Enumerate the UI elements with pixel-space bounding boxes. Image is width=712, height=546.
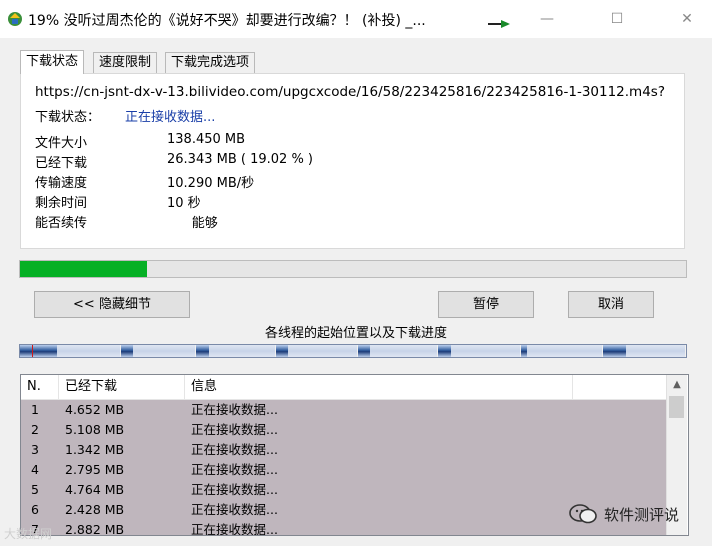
thread-downloaded: 5.108 MB xyxy=(65,422,125,437)
thread-info: 正在接收数据... xyxy=(191,502,278,517)
wechat-icon xyxy=(569,504,597,524)
watermark-secondary: 大数据网 xyxy=(4,527,53,541)
thread-start-marker xyxy=(32,345,33,357)
resume-value: 能够 xyxy=(167,216,218,231)
maximize-button[interactable]: ☐ xyxy=(594,0,640,38)
tab-speed-limit[interactable]: 速度限制 xyxy=(93,52,158,73)
status-panel: https://cn-jsnt-dx-v-13.bilivideo.com/up… xyxy=(20,73,685,249)
thread-segment-downloaded xyxy=(121,345,133,357)
close-button[interactable]: ✕ xyxy=(664,0,710,38)
download-state-value: 正在接收数据... xyxy=(125,110,216,125)
app-downloader-icon xyxy=(8,12,22,26)
table-row[interactable]: 4 2.795 MB 正在接收数据... xyxy=(21,460,666,480)
thread-progress-caption: 各线程的起始位置以及下载进度 xyxy=(264,326,447,341)
thread-info: 正在接收数据... xyxy=(191,522,278,536)
file-size-value: 138.450 MB xyxy=(167,132,246,147)
table-row[interactable]: 1 4.652 MB 正在接收数据... xyxy=(21,400,666,420)
scroll-up-arrow-icon[interactable]: ▲ xyxy=(667,375,687,395)
window-title: 19% 没听过周杰伦的《说好不哭》却要进行改编？！ (补投) _... xyxy=(28,13,426,29)
download-progress-fill xyxy=(20,261,147,277)
thread-segment-downloaded xyxy=(20,345,58,357)
scroll-thumb[interactable] xyxy=(669,396,684,418)
thread-number: 2 xyxy=(31,422,39,437)
thread-segment-downloaded xyxy=(196,345,210,357)
thread-downloaded: 4.652 MB xyxy=(65,402,125,417)
thread-info: 正在接收数据... xyxy=(191,442,278,457)
downloaded-row: 已经下载 26.343 MB ( 19.02 % ) xyxy=(35,152,313,171)
downloaded-label: 已经下载 xyxy=(35,156,88,171)
minimize-button[interactable]: — xyxy=(524,0,570,38)
thread-number: 5 xyxy=(31,482,39,497)
thread-downloaded: 2.795 MB xyxy=(65,462,125,477)
thread-downloaded: 4.764 MB xyxy=(65,482,125,497)
thread-segment-downloaded xyxy=(275,345,288,357)
thread-segment xyxy=(520,345,602,357)
thread-info: 正在接收数据... xyxy=(191,402,278,417)
downloaded-value: 26.343 MB ( 19.02 % ) xyxy=(167,152,313,167)
tab-completion-options[interactable]: 下载完成选项 xyxy=(165,52,256,73)
thread-segment-downloaded xyxy=(602,345,627,357)
column-info[interactable]: 信息 xyxy=(185,375,573,399)
thread-segment xyxy=(275,345,357,357)
cancel-button[interactable]: 取消 xyxy=(568,291,654,318)
resume-label: 能否续传 xyxy=(35,216,88,231)
speed-label: 传输速度 xyxy=(35,176,88,191)
resume-row: 能否续传 能够 xyxy=(35,212,218,231)
column-downloaded[interactable]: 已经下载 xyxy=(59,375,185,399)
title-bar: 19% 没听过周杰伦的《说好不哭》却要进行改编？！ (补投) _... — ☐ … xyxy=(0,0,712,38)
download-url: https://cn-jsnt-dx-v-13.bilivideo.com/up… xyxy=(35,84,665,100)
thread-info: 正在接收数据... xyxy=(191,462,278,477)
download-progress-bar xyxy=(19,260,687,278)
thread-list-header: N. 已经下载 信息 xyxy=(21,375,666,400)
thread-progress-bar xyxy=(19,344,687,358)
thread-downloaded: 2.882 MB xyxy=(65,522,125,536)
table-row[interactable]: 2 5.108 MB 正在接收数据... xyxy=(21,420,666,440)
speed-row: 传输速度 10.290 MB/秒 xyxy=(35,172,254,191)
thread-segment-downloaded xyxy=(438,345,451,357)
time-left-row: 剩余时间 10 秒 xyxy=(35,192,201,211)
thread-segment-downloaded xyxy=(520,345,528,357)
arrow-right-icon xyxy=(488,20,510,28)
time-left-label: 剩余时间 xyxy=(35,196,88,211)
tab-download-status[interactable]: 下载状态 xyxy=(20,50,85,74)
table-row[interactable]: 3 1.342 MB 正在接收数据... xyxy=(21,440,666,460)
thread-segment-downloaded xyxy=(357,345,371,357)
pause-button[interactable]: 暂停 xyxy=(438,291,534,318)
download-state-label: 下载状态： xyxy=(35,110,101,125)
thread-number: 1 xyxy=(31,402,39,417)
watermark-text: 软件测评说 xyxy=(604,505,680,524)
thread-number: 6 xyxy=(31,502,39,517)
thread-downloaded: 1.342 MB xyxy=(65,442,125,457)
thread-number: 3 xyxy=(31,442,39,457)
file-size-label: 文件大小 xyxy=(35,136,88,151)
hide-details-button[interactable]: << 隐藏细节 xyxy=(34,291,190,318)
thread-info: 正在接收数据... xyxy=(191,482,278,497)
thread-downloaded: 2.428 MB xyxy=(65,502,125,517)
table-row[interactable]: 5 4.764 MB 正在接收数据... xyxy=(21,480,666,500)
time-left-value: 10 秒 xyxy=(167,196,201,211)
speed-value: 10.290 MB/秒 xyxy=(167,176,255,191)
column-number[interactable]: N. xyxy=(21,375,59,399)
watermark: 软件测评说 xyxy=(568,503,679,525)
file-size-row: 文件大小 138.450 MB xyxy=(35,132,245,151)
download-state: 下载状态： 正在接收数据... xyxy=(35,106,215,125)
thread-number: 4 xyxy=(31,462,39,477)
thread-info: 正在接收数据... xyxy=(191,422,278,437)
